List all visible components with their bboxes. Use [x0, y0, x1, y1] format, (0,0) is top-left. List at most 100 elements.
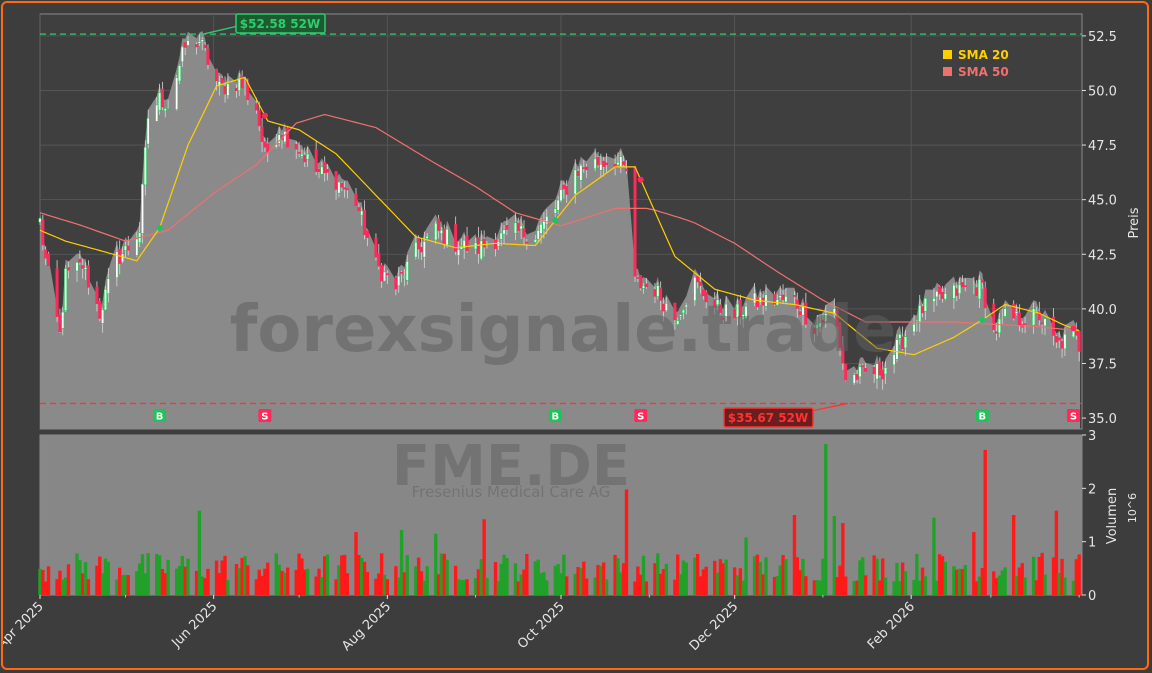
- candle-body: [197, 41, 201, 44]
- candle-body: [1034, 309, 1038, 312]
- candle-body: [178, 65, 181, 82]
- candle-body: [995, 331, 999, 334]
- candle-body: [47, 253, 51, 267]
- volume-bar: [644, 581, 649, 595]
- candle-body: [855, 374, 859, 380]
- candle-body: [958, 284, 962, 294]
- legend-sma20-label: SMA 20: [958, 48, 1009, 62]
- volume-bar: [285, 567, 290, 595]
- candle-body: [502, 229, 506, 235]
- candle-body: [400, 272, 404, 274]
- candle-body: [921, 306, 925, 314]
- low-52w-label: $35.67 52W: [728, 411, 808, 425]
- candle-body: [402, 276, 406, 279]
- candle-body: [374, 237, 378, 258]
- candle-body: [445, 228, 449, 246]
- candle-body: [983, 287, 987, 309]
- candle-body: [377, 253, 381, 267]
- high-52w-label: $52.58 52W: [240, 17, 320, 31]
- candle-body: [642, 285, 646, 289]
- volume-bar: [106, 561, 111, 595]
- volume-bar: [584, 578, 589, 595]
- candle-body: [357, 207, 361, 212]
- candle-body: [559, 189, 563, 202]
- candle-body: [340, 183, 344, 188]
- candle-body: [975, 287, 979, 297]
- candle-body: [257, 110, 261, 127]
- candle-body: [505, 225, 509, 230]
- candle-body: [300, 153, 304, 157]
- candle-body: [576, 170, 580, 176]
- candle-body: [1057, 337, 1061, 341]
- candle-body: [624, 168, 628, 172]
- candle-body: [980, 279, 984, 283]
- candle-body: [516, 222, 520, 232]
- candle-body: [1060, 340, 1064, 349]
- buy-signal-letter: B: [156, 412, 164, 423]
- price-tick-label: 52.5: [1088, 30, 1117, 45]
- candle-body: [66, 267, 70, 271]
- volume-bar: [923, 576, 928, 595]
- candle-body: [952, 284, 956, 299]
- candle-body: [903, 336, 907, 349]
- candle-body: [123, 245, 127, 251]
- date-tick-label: Dec 2025: [687, 599, 742, 654]
- candle-body: [64, 268, 68, 311]
- candle-body: [852, 374, 856, 384]
- volume-bar: [266, 562, 270, 595]
- volume-bar: [126, 575, 130, 595]
- candle-body: [306, 153, 310, 160]
- price-tick-label: 42.5: [1088, 248, 1117, 263]
- candle-body: [385, 273, 389, 276]
- signal-crossover-dot: [156, 225, 163, 232]
- candle-body: [1000, 316, 1004, 319]
- candle-body: [932, 298, 936, 302]
- candle-body: [186, 40, 190, 46]
- candle-body: [420, 246, 423, 253]
- signal-crossover-dot: [552, 217, 559, 224]
- candle-body: [585, 166, 589, 171]
- candle-body: [963, 285, 967, 287]
- candle-body: [901, 336, 905, 349]
- candle-body: [75, 262, 79, 272]
- candle-body: [394, 277, 398, 290]
- candle-body: [605, 162, 609, 165]
- candle-body: [972, 286, 976, 289]
- candle-body: [941, 292, 944, 299]
- candle-body: [223, 86, 227, 95]
- candle-body: [437, 218, 441, 231]
- volume-bar: [206, 568, 210, 595]
- chart-frame: B S B S B S 35.0 37.5 40.0 42.5 45.0 47.5 50.0 52.5 0…: [1, 1, 1149, 670]
- candle-body: [81, 265, 85, 269]
- volume-bar: [863, 575, 868, 595]
- candle-body: [294, 144, 298, 150]
- candle-body: [539, 223, 543, 234]
- volume-bar: [963, 564, 967, 595]
- candle-body: [363, 209, 367, 236]
- volume-bar: [1023, 577, 1027, 595]
- signal-crossover-dot: [979, 316, 986, 323]
- candle-body: [320, 166, 324, 175]
- volume-bar: [883, 577, 888, 595]
- candle-body: [243, 86, 247, 88]
- volume-bar: [246, 565, 250, 595]
- candle-body: [135, 238, 139, 256]
- candle-body: [343, 187, 347, 190]
- price-tick-label: 35.0: [1088, 412, 1117, 427]
- sell-signal-letter: S: [1070, 412, 1077, 423]
- volume-bar: [764, 557, 768, 595]
- candle-body: [465, 235, 469, 252]
- date-tick-label: Feb 2026: [865, 599, 918, 652]
- candle-body: [915, 323, 919, 326]
- candle-body: [602, 160, 606, 167]
- sell-signal-letter: S: [637, 412, 644, 423]
- candle-body: [992, 303, 996, 331]
- candle-body: [175, 77, 179, 110]
- volume-bar: [744, 537, 748, 595]
- candle-body: [58, 314, 62, 332]
- candle-body: [326, 169, 330, 173]
- candle-body: [482, 238, 486, 248]
- candle-body: [55, 268, 59, 317]
- volume-scale-label: 10^6: [1126, 493, 1139, 523]
- volume-bar: [903, 571, 908, 595]
